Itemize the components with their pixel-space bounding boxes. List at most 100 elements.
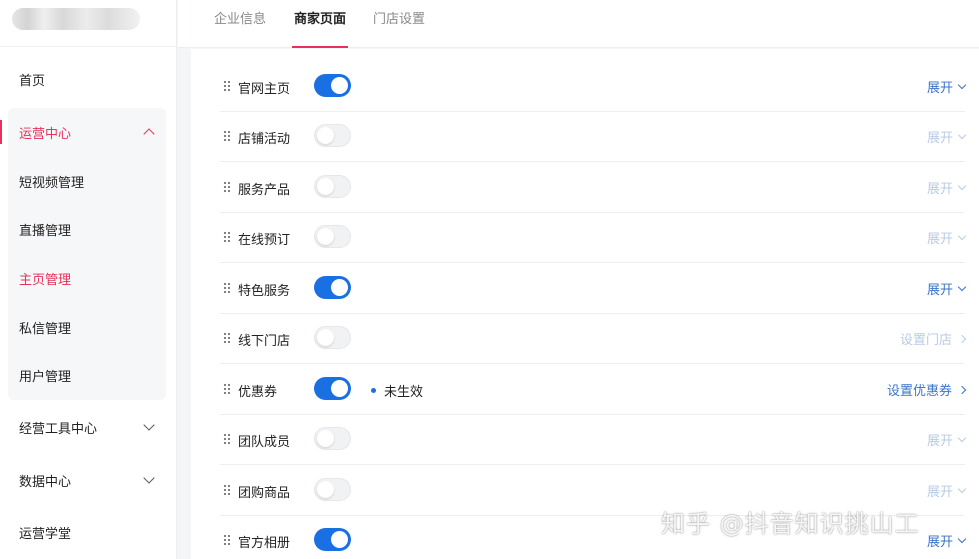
sidebar-item-label: 主页管理	[19, 272, 72, 288]
module-row: 在线预订 展开	[220, 213, 967, 263]
sidebar-item-operations[interactable]: 运营中心	[0, 110, 177, 154]
chevron-right-icon	[957, 385, 967, 394]
module-toggle[interactable]	[314, 175, 351, 198]
sidebar-item-users[interactable]: 用户管理	[0, 353, 177, 397]
action-label: 展开	[926, 434, 953, 449]
watermark: 知乎 @抖音知识挑山工	[661, 510, 920, 538]
tab-store-settings[interactable]: 门店设置	[373, 0, 425, 48]
sidebar-item-live[interactable]: 直播管理	[0, 207, 177, 251]
sidebar-item-label: 直播管理	[19, 223, 72, 239]
sidebar-item-data[interactable]: 数据中心	[0, 458, 177, 502]
toggle-knob	[317, 329, 334, 346]
module-toggle[interactable]	[314, 276, 351, 299]
module-row: 店铺活动 展开	[220, 112, 967, 162]
expand-button[interactable]: 展开	[926, 279, 967, 298]
chevron-up-icon	[143, 128, 155, 140]
module-row: 服务产品 展开	[220, 163, 967, 213]
expand-button[interactable]: 展开	[926, 228, 967, 247]
chevron-down-icon	[957, 484, 967, 493]
module-row: 线下门店 设置门店	[220, 314, 967, 364]
module-row: 特色服务 展开	[220, 264, 967, 314]
sidebar-item-label: 经营工具中心	[19, 421, 98, 437]
module-toggle[interactable]	[314, 377, 351, 400]
drag-handle-icon[interactable]	[223, 231, 231, 244]
module-label: 团队成员	[238, 435, 291, 450]
sidebar-item-messages[interactable]: 私信管理	[0, 305, 177, 349]
brand-logo	[0, 0, 176, 47]
drag-handle-icon[interactable]	[223, 433, 231, 446]
settings-link[interactable]: 设置优惠券	[887, 380, 967, 399]
toggle-knob	[317, 430, 334, 447]
drag-handle-icon[interactable]	[223, 181, 231, 194]
drag-handle-icon[interactable]	[223, 80, 231, 93]
drag-handle-icon[interactable]	[223, 332, 231, 345]
action-label: 展开	[926, 535, 953, 550]
module-list: 官网主页 展开 店铺活动 展开 服务产品 展开 在线预订 展开 特色服务 展开 线下门店 设置门店 优惠…	[191, 49, 979, 559]
drag-handle-icon[interactable]	[223, 282, 231, 295]
drag-handle-icon[interactable]	[223, 130, 231, 143]
chevron-down-icon	[957, 231, 967, 240]
toggle-knob	[317, 127, 334, 144]
expand-button[interactable]: 展开	[926, 481, 967, 500]
module-label: 在线预订	[238, 233, 291, 248]
status-dot-icon	[371, 388, 376, 393]
status-badge: 未生效	[371, 381, 423, 400]
chevron-down-icon	[143, 472, 155, 484]
expand-button[interactable]: 展开	[926, 127, 967, 146]
drag-handle-icon[interactable]	[223, 383, 231, 396]
action-label: 展开	[926, 283, 953, 298]
module-row: 团队成员 展开	[220, 415, 967, 465]
module-toggle[interactable]	[314, 74, 351, 97]
expand-button[interactable]: 展开	[926, 178, 967, 197]
module-label: 特色服务	[238, 284, 291, 299]
chevron-down-icon	[957, 282, 967, 291]
toggle-knob	[331, 77, 348, 94]
toggle-knob	[317, 178, 334, 195]
module-label: 店铺活动	[238, 132, 291, 147]
module-toggle[interactable]	[314, 478, 351, 501]
sidebar-item-homepage[interactable]: 主页管理	[0, 256, 177, 300]
sidebar-item-label: 运营学堂	[19, 526, 72, 542]
action-label: 展开	[926, 131, 953, 146]
sidebar-item-label: 短视频管理	[19, 175, 85, 191]
tab-company-info[interactable]: 企业信息	[214, 0, 266, 48]
module-toggle[interactable]	[314, 427, 351, 450]
status-text: 未生效	[384, 385, 424, 400]
chevron-down-icon	[957, 130, 967, 139]
module-row: 官网主页 展开	[220, 62, 967, 112]
module-toggle[interactable]	[314, 326, 351, 349]
expand-button[interactable]: 展开	[926, 77, 967, 96]
module-toggle[interactable]	[314, 225, 351, 248]
expand-button[interactable]: 展开	[926, 531, 967, 550]
action-label: 展开	[926, 182, 953, 197]
drag-handle-icon[interactable]	[223, 534, 231, 547]
module-label: 团购商品	[238, 486, 291, 501]
toggle-knob	[331, 531, 348, 548]
sidebar-item-short-video[interactable]: 短视频管理	[0, 159, 177, 203]
module-toggle[interactable]	[314, 124, 351, 147]
action-label: 设置门店	[899, 333, 952, 348]
sidebar-item-label: 首页	[19, 73, 46, 89]
sidebar-item-label: 私信管理	[19, 321, 72, 337]
sidebar-item-tools[interactable]: 经营工具中心	[0, 405, 177, 449]
sidebar-item-home[interactable]: 首页	[0, 57, 177, 101]
toggle-knob	[317, 228, 334, 245]
module-toggle[interactable]	[314, 528, 351, 551]
module-label: 官方相册	[238, 536, 291, 551]
action-label: 展开	[926, 232, 953, 247]
chevron-down-icon	[957, 80, 967, 89]
module-label: 官网主页	[238, 82, 291, 97]
action-label: 展开	[926, 81, 953, 96]
sidebar-item-academy[interactable]: 运营学堂	[0, 510, 177, 554]
settings-link[interactable]: 设置门店	[899, 329, 967, 348]
module-label: 优惠券	[238, 385, 278, 400]
action-label: 展开	[926, 485, 953, 500]
expand-button[interactable]: 展开	[926, 430, 967, 449]
sidebar-item-label: 用户管理	[19, 369, 72, 385]
tab-merchant-page[interactable]: 商家页面	[291, 0, 349, 48]
chevron-right-icon	[957, 334, 967, 343]
toggle-knob	[317, 481, 334, 498]
sidebar-item-label: 运营中心	[19, 126, 72, 142]
drag-handle-icon[interactable]	[223, 484, 231, 497]
module-label: 服务产品	[238, 183, 291, 198]
